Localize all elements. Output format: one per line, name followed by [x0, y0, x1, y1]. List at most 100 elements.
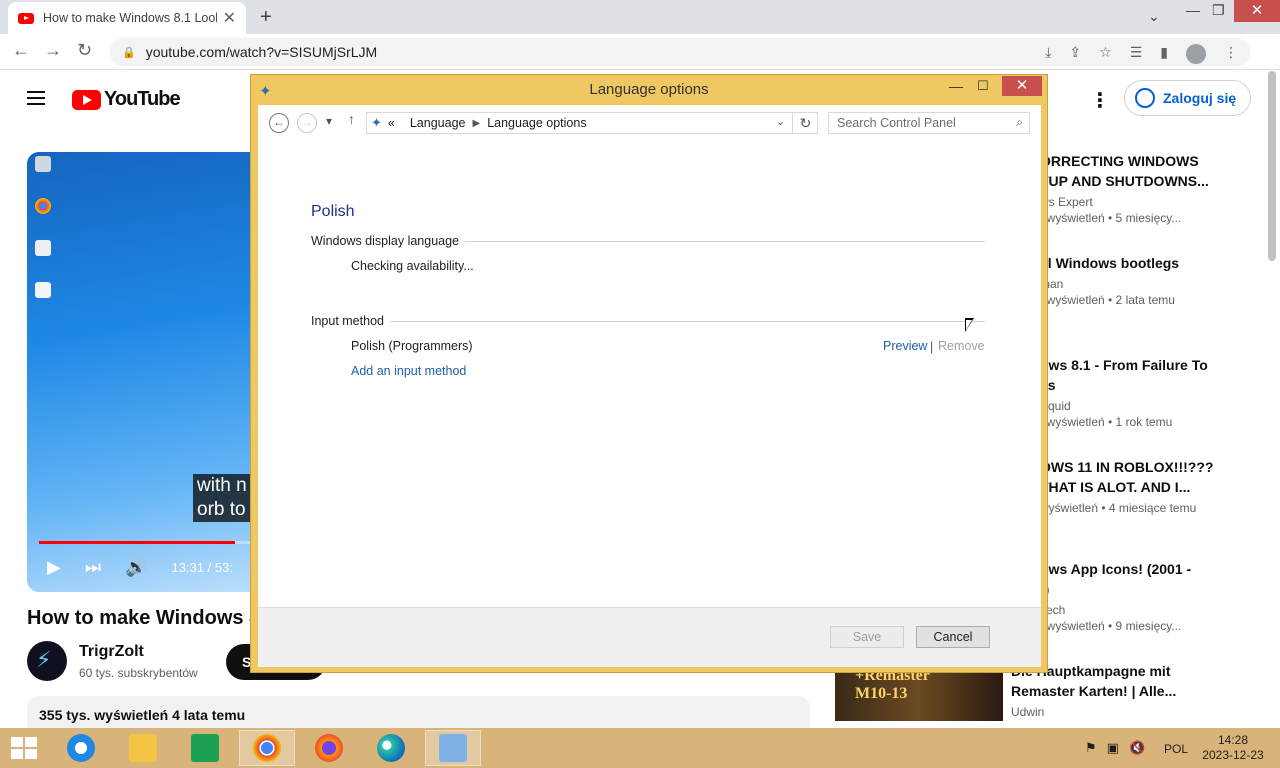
taskbar: ⚑ ▣ 🔇 POL 14:28 2023-12-23 — [0, 728, 1280, 768]
next-icon[interactable]: ⏭ — [85, 557, 101, 578]
flag-icon[interactable]: ⚑ — [1085, 740, 1097, 756]
minimize-icon[interactable]: — — [949, 78, 963, 94]
volume-muted-icon[interactable]: 🔇 — [1129, 740, 1145, 756]
video-player[interactable]: with n orb to ▶ ⏭ 🔊 13:31 / 53: — [27, 152, 252, 592]
address-bar[interactable]: 🔒 youtube.com/watch?v=SISUMjSrLJM ⤓ ⇪ ☆ … — [110, 38, 1250, 66]
breadcrumb-language[interactable]: Language — [410, 116, 466, 130]
breadcrumb-chevron-icon: ▶ — [472, 117, 481, 129]
signin-button[interactable]: Zaloguj się — [1124, 80, 1252, 116]
clock[interactable]: 14:28 2023-12-23 — [1198, 733, 1268, 763]
language-options-window: ✦ Language options — ☐ ✕ ← → ▾ ↑ ✦ « Lan… — [250, 74, 1048, 673]
channel-subscribers: 60 tys. subskrybentów — [79, 666, 198, 680]
tab-strip: How to make Windows 8.1 Look ✕ + ⌄ — ❐ ✕ — [0, 0, 1280, 34]
forward-icon[interactable]: → — [297, 113, 317, 133]
volume-icon[interactable]: 🔊 — [125, 557, 147, 578]
window-close-icon[interactable]: ✕ — [1234, 0, 1280, 22]
section-divider — [311, 321, 985, 322]
window-title: Language options — [589, 81, 709, 98]
refresh-icon[interactable]: ↻ — [792, 112, 818, 134]
close-icon[interactable]: ✕ — [1002, 76, 1042, 96]
search-icon[interactable]: ⌕ — [1016, 115, 1023, 130]
description-box[interactable]: 355 tys. wyświetleń 4 lata temu — [27, 696, 810, 728]
video-caption: with n orb to — [193, 474, 252, 522]
language-heading: Polish — [311, 203, 355, 220]
back-icon[interactable]: ← — [269, 113, 289, 133]
channel-avatar[interactable] — [27, 641, 67, 681]
youtube-play-icon — [72, 89, 101, 110]
forward-icon[interactable]: → — [44, 40, 62, 61]
recycle-bin-icon — [31, 156, 55, 174]
recommendation-item[interactable]: ows App Icons! (2001 - t) Tech . wyświet… — [1040, 559, 1280, 633]
remove-link[interactable]: Remove — [938, 339, 985, 353]
network-icon[interactable]: ▣ — [1107, 740, 1119, 756]
up-icon[interactable]: ↑ — [348, 111, 355, 127]
description-meta: 355 tys. wyświetleń 4 lata temu — [39, 707, 246, 723]
display-language-section: Windows display language — [311, 234, 466, 248]
control-panel-icon: ✦ — [371, 115, 382, 130]
system-tray: ⚑ ▣ 🔇 — [1085, 740, 1145, 756]
dialog-footer: Save Cancel — [258, 607, 1041, 667]
channel-name[interactable]: TrigrZolt — [79, 643, 144, 661]
input-language-indicator[interactable]: POL — [1164, 742, 1188, 756]
breadcrumb-overflow[interactable]: « — [388, 116, 395, 130]
browser-tab[interactable]: How to make Windows 8.1 Look ✕ — [8, 2, 246, 34]
video-title: How to make Windows 8. — [27, 607, 252, 629]
maximize-icon[interactable]: ❐ — [1212, 2, 1225, 19]
lock-icon: 🔒 — [122, 46, 136, 59]
start-button[interactable] — [11, 737, 37, 759]
tab-search-chevron-icon[interactable]: ⌄ — [1148, 8, 1160, 25]
input-method-name: Polish (Programmers) — [351, 339, 473, 353]
chrome-menu-icon[interactable]: ⋮ — [1224, 44, 1238, 64]
firefox-icon[interactable] — [301, 730, 357, 766]
settings-more-icon[interactable]: ⋮ — [1090, 88, 1110, 113]
recommendation-item[interactable]: ORRECTING WINDOWS TUP AND SHUTDOWNS... w… — [1040, 151, 1280, 225]
install-icon[interactable]: ⤓ — [1045, 44, 1051, 64]
youtube-logo[interactable]: YouTube — [72, 88, 181, 111]
play-icon[interactable]: ▶ — [47, 557, 61, 578]
address-dropdown-icon[interactable]: ⌄ — [776, 115, 785, 128]
side-panel-icon[interactable]: ▮ — [1160, 44, 1168, 64]
save-button[interactable]: Save — [830, 626, 904, 648]
menu-icon[interactable] — [27, 91, 45, 109]
minimize-icon[interactable]: — — [1186, 2, 1200, 18]
recommendation-item[interactable]: OWS 11 IN ROBLOX!!!??? THAT IS ALOT. AND… — [1040, 457, 1280, 515]
video-progress-bar[interactable] — [39, 541, 252, 544]
recommendation-item[interactable]: ows 8.1 - From Failure To ss Squid . wyś… — [1040, 355, 1280, 429]
bookmark-star-icon[interactable]: ☆ — [1099, 44, 1112, 64]
store-icon[interactable] — [177, 730, 233, 766]
reload-icon[interactable]: ↻ — [77, 40, 92, 61]
recommendation-item[interactable]: al Windows bootlegs man . wyświetleń • 2… — [1040, 253, 1280, 307]
file-explorer-icon[interactable] — [115, 730, 171, 766]
browser-toolbar: ← → ↻ 🔒 youtube.com/watch?v=SISUMjSrLJM … — [0, 34, 1280, 70]
cancel-button[interactable]: Cancel — [916, 626, 990, 648]
file-desktop-icon — [31, 240, 55, 258]
add-input-method-link[interactable]: Add an input method — [351, 364, 466, 378]
back-icon[interactable]: ← — [12, 40, 30, 61]
reading-list-icon[interactable]: ☰ — [1130, 44, 1143, 64]
new-tab-icon[interactable]: + — [260, 6, 272, 29]
video-progress-fill — [39, 541, 235, 544]
search-input[interactable]: Search Control Panel ⌕ — [828, 112, 1030, 134]
preview-link[interactable]: Preview — [883, 339, 927, 353]
share-icon[interactable]: ⇪ — [1069, 44, 1081, 64]
internet-explorer-icon[interactable] — [53, 730, 109, 766]
input-method-section: Input method — [311, 314, 390, 328]
tab-close-icon[interactable]: ✕ — [223, 8, 236, 28]
user-icon — [1135, 88, 1155, 108]
app-desktop-icon — [31, 282, 55, 300]
link-separator: | — [930, 340, 934, 354]
display-language-status: Checking availability... — [351, 259, 474, 273]
youtube-favicon-icon — [18, 12, 34, 24]
breadcrumb-language-options[interactable]: Language options — [487, 116, 586, 130]
chrome-desktop-icon — [31, 198, 55, 216]
control-panel-icon[interactable] — [425, 730, 481, 766]
window-content: ← → ▾ ↑ ✦ « Language ▶ Language options … — [258, 105, 1041, 667]
chrome-icon[interactable] — [239, 730, 295, 766]
tab-title: How to make Windows 8.1 Look — [43, 11, 217, 25]
recent-locations-icon[interactable]: ▾ — [326, 114, 332, 128]
edge-icon[interactable] — [363, 730, 419, 766]
profile-icon[interactable] — [1186, 44, 1206, 64]
address-bar[interactable]: ✦ « Language ▶ Language options ⌄ — [366, 112, 818, 134]
video-time: 13:31 / 53: — [171, 560, 233, 575]
maximize-icon[interactable]: ☐ — [977, 78, 989, 94]
